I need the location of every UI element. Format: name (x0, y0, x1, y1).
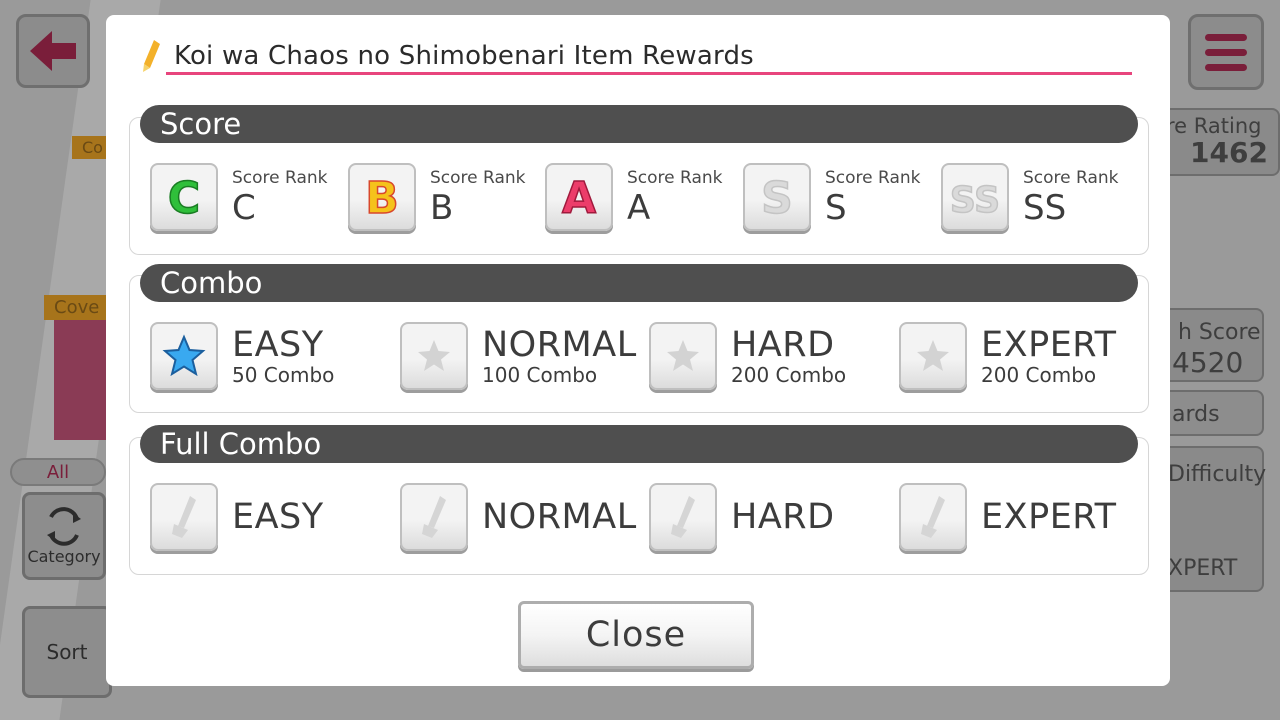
menu-button[interactable] (1188, 14, 1264, 90)
star-icon (150, 322, 218, 390)
sort-button[interactable]: Sort (22, 606, 112, 698)
full-combo-normal-reward: NORMAL (400, 483, 637, 551)
sort-label: Sort (46, 640, 88, 664)
full-combo-difficulty: NORMAL (482, 496, 637, 537)
hi-score-value: 4520 (1172, 346, 1244, 379)
rank-s-icon: S (743, 163, 811, 231)
score-rank-caption: Score Rank (627, 167, 723, 188)
score-rank-caption: Score Rank (1023, 167, 1119, 188)
rank-b-icon: B (348, 163, 416, 231)
star-icon (400, 322, 468, 390)
score-rank-value: B (430, 187, 454, 228)
combo-difficulty: HARD (731, 324, 835, 365)
full-combo-icon (150, 483, 218, 551)
combo-difficulty: NORMAL (482, 324, 637, 365)
rank-a-icon: A (545, 163, 613, 231)
full-combo-section-header: Full Combo (140, 425, 1138, 463)
combo-count: 200 Combo (731, 362, 847, 387)
combo-section-header: Combo (140, 264, 1138, 302)
category-button[interactable]: Category (22, 492, 106, 580)
cover-tag: Cove (44, 295, 110, 320)
menu-bar-icon (1205, 33, 1247, 41)
category-label: Category (27, 546, 101, 566)
full-combo-difficulty: EXPERT (981, 496, 1117, 537)
score-section-header: Score (140, 105, 1138, 143)
score-rank-value: S (825, 187, 847, 228)
full-combo-hard-reward: HARD (649, 483, 835, 551)
rating-value: 1462 (1190, 136, 1268, 169)
combo-normal-reward: NORMAL 100 Combo (400, 322, 637, 390)
score-rank-caption: Score Rank (232, 167, 328, 188)
rank-ss-icon: SS (941, 163, 1009, 231)
menu-bar-icon (1205, 63, 1247, 71)
full-combo-easy-reward: EASY (150, 483, 324, 551)
dialog-header: Koi wa Chaos no Shimobenari Item Rewards (140, 35, 1132, 77)
difficulty-value: XPERT (1168, 556, 1238, 581)
score-rank-b-reward: B Score Rank B (348, 163, 526, 231)
combo-count: 200 Combo (981, 362, 1097, 387)
svg-text:A: A (562, 173, 596, 222)
score-rank-s-reward: S Score Rank S (743, 163, 921, 231)
combo-difficulty: EXPERT (981, 324, 1117, 365)
difficulty-label: Difficulty (1168, 462, 1267, 487)
full-combo-icon (649, 483, 717, 551)
combo-count: 50 Combo (232, 362, 335, 387)
score-rank-caption: Score Rank (430, 167, 526, 188)
combo-count: 100 Combo (482, 362, 598, 387)
full-combo-difficulty: HARD (731, 496, 835, 537)
item-rewards-dialog: Koi wa Chaos no Shimobenari Item Rewards… (106, 15, 1170, 686)
score-rank-value: C (232, 187, 256, 228)
score-rank-caption: Score Rank (825, 167, 921, 188)
filter-all-tab[interactable]: All (10, 458, 106, 486)
combo-difficulty: EASY (232, 324, 324, 365)
pen-icon (140, 38, 166, 74)
dialog-title: Koi wa Chaos no Shimobenari Item Rewards (174, 41, 754, 71)
song-jacket (54, 320, 106, 440)
menu-bar-icon (1205, 48, 1247, 56)
full-combo-icon (400, 483, 468, 551)
rank-c-icon: C (150, 163, 218, 231)
score-rank-value: SS (1023, 187, 1067, 228)
svg-text:SS: SS (950, 180, 1000, 221)
combo-hard-reward: HARD 200 Combo (649, 322, 846, 390)
rating-label: re Rating (1166, 114, 1262, 138)
svg-text:S: S (761, 173, 793, 222)
star-icon (899, 322, 967, 390)
score-rank-value: A (627, 187, 651, 228)
back-arrow-icon (30, 31, 76, 71)
title-underline (166, 72, 1132, 75)
hi-score-label: h Score (1178, 320, 1261, 345)
svg-text:C: C (168, 173, 200, 222)
combo-expert-reward: EXPERT 200 Combo (899, 322, 1116, 390)
back-button[interactable] (16, 14, 90, 88)
score-rank-ss-reward: SS Score Rank SS (941, 163, 1119, 231)
full-combo-difficulty: EASY (232, 496, 324, 537)
full-combo-icon (899, 483, 967, 551)
combo-easy-reward: EASY 50 Combo (150, 322, 334, 390)
close-button[interactable]: Close (518, 601, 754, 669)
star-icon (649, 322, 717, 390)
score-rank-a-reward: A Score Rank A (545, 163, 723, 231)
rewards-fragment: ards (1172, 402, 1220, 427)
svg-text:B: B (365, 173, 399, 222)
score-rank-c-reward: C Score Rank C (150, 163, 328, 231)
category-cycle-icon (47, 506, 81, 546)
full-combo-expert-reward: EXPERT (899, 483, 1116, 551)
